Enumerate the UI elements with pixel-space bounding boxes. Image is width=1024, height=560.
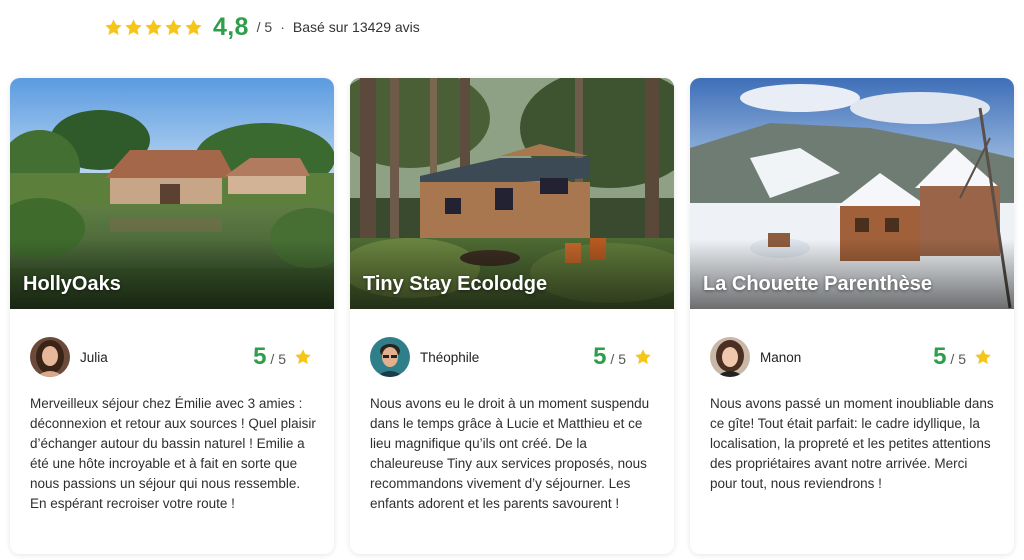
gite-photo[interactable]: HollyOaks — [10, 78, 334, 309]
rating-summary: 4,8 / 5 · Basé sur 13429 avis — [104, 8, 420, 46]
review-text: Merveilleux séjour chez Émilie avec 3 am… — [30, 396, 316, 511]
review-header: Manon 5 / 5 — [710, 337, 994, 377]
reviewer-name: Théophile — [420, 349, 480, 365]
review-score: 5 / 5 — [253, 343, 312, 371]
review-header: Julia 5 / 5 — [30, 337, 314, 377]
reviewer-name: Manon — [760, 349, 802, 365]
star-icon — [144, 18, 163, 37]
star-icon — [164, 18, 183, 37]
review-card[interactable]: Tiny Stay Ecolodge Théophile 5 / 5 Nous … — [350, 78, 674, 554]
star-icon — [104, 18, 123, 37]
review: Julia 5 / 5 Merveilleux séjour chez Émil… — [10, 309, 334, 554]
gite-name[interactable]: Tiny Stay Ecolodge — [363, 273, 547, 296]
gite-photo[interactable]: Tiny Stay Ecolodge — [350, 78, 674, 309]
review-card[interactable]: HollyOaks Julia 5 / 5 Merveilleux séjour… — [10, 78, 334, 554]
review-text: Nous avons passé un moment inoubliable d… — [710, 396, 994, 491]
avatar — [370, 337, 410, 377]
average-rating-max: / 5 — [256, 19, 273, 35]
reviewer-name: Julia — [80, 349, 108, 365]
star-icon — [124, 18, 143, 37]
reviews-section: 4,8 / 5 · Basé sur 13429 avis HollyOaks … — [0, 0, 1024, 560]
score-max: / 5 — [610, 351, 626, 367]
review: Manon 5 / 5 Nous avons passé un moment i… — [690, 309, 1014, 554]
review-count: Basé sur 13429 avis — [292, 19, 420, 35]
review-card[interactable]: La Chouette Parenthèse Manon 5 / 5 Nous … — [690, 78, 1014, 554]
separator: · — [280, 19, 285, 35]
summary-stars — [104, 18, 203, 37]
review-header: Théophile 5 / 5 — [370, 337, 654, 377]
score-value: 5 — [593, 343, 607, 370]
score-max: / 5 — [270, 351, 286, 367]
gite-name[interactable]: HollyOaks — [23, 273, 121, 296]
average-rating: 4,8 — [213, 12, 249, 41]
score-value: 5 — [933, 343, 947, 370]
review: Théophile 5 / 5 Nous avons eu le droit à… — [350, 309, 674, 554]
avatar — [30, 337, 70, 377]
score-max: / 5 — [950, 351, 966, 367]
star-icon — [634, 348, 652, 366]
gite-name[interactable]: La Chouette Parenthèse — [703, 273, 932, 296]
score-value: 5 — [253, 343, 267, 370]
review-text: Nous avons eu le droit à un moment suspe… — [370, 396, 650, 511]
gite-photo[interactable]: La Chouette Parenthèse — [690, 78, 1014, 309]
star-icon — [294, 348, 312, 366]
review-score: 5 / 5 — [593, 343, 652, 371]
star-icon — [184, 18, 203, 37]
review-score: 5 / 5 — [933, 343, 992, 371]
star-icon — [974, 348, 992, 366]
avatar — [710, 337, 750, 377]
